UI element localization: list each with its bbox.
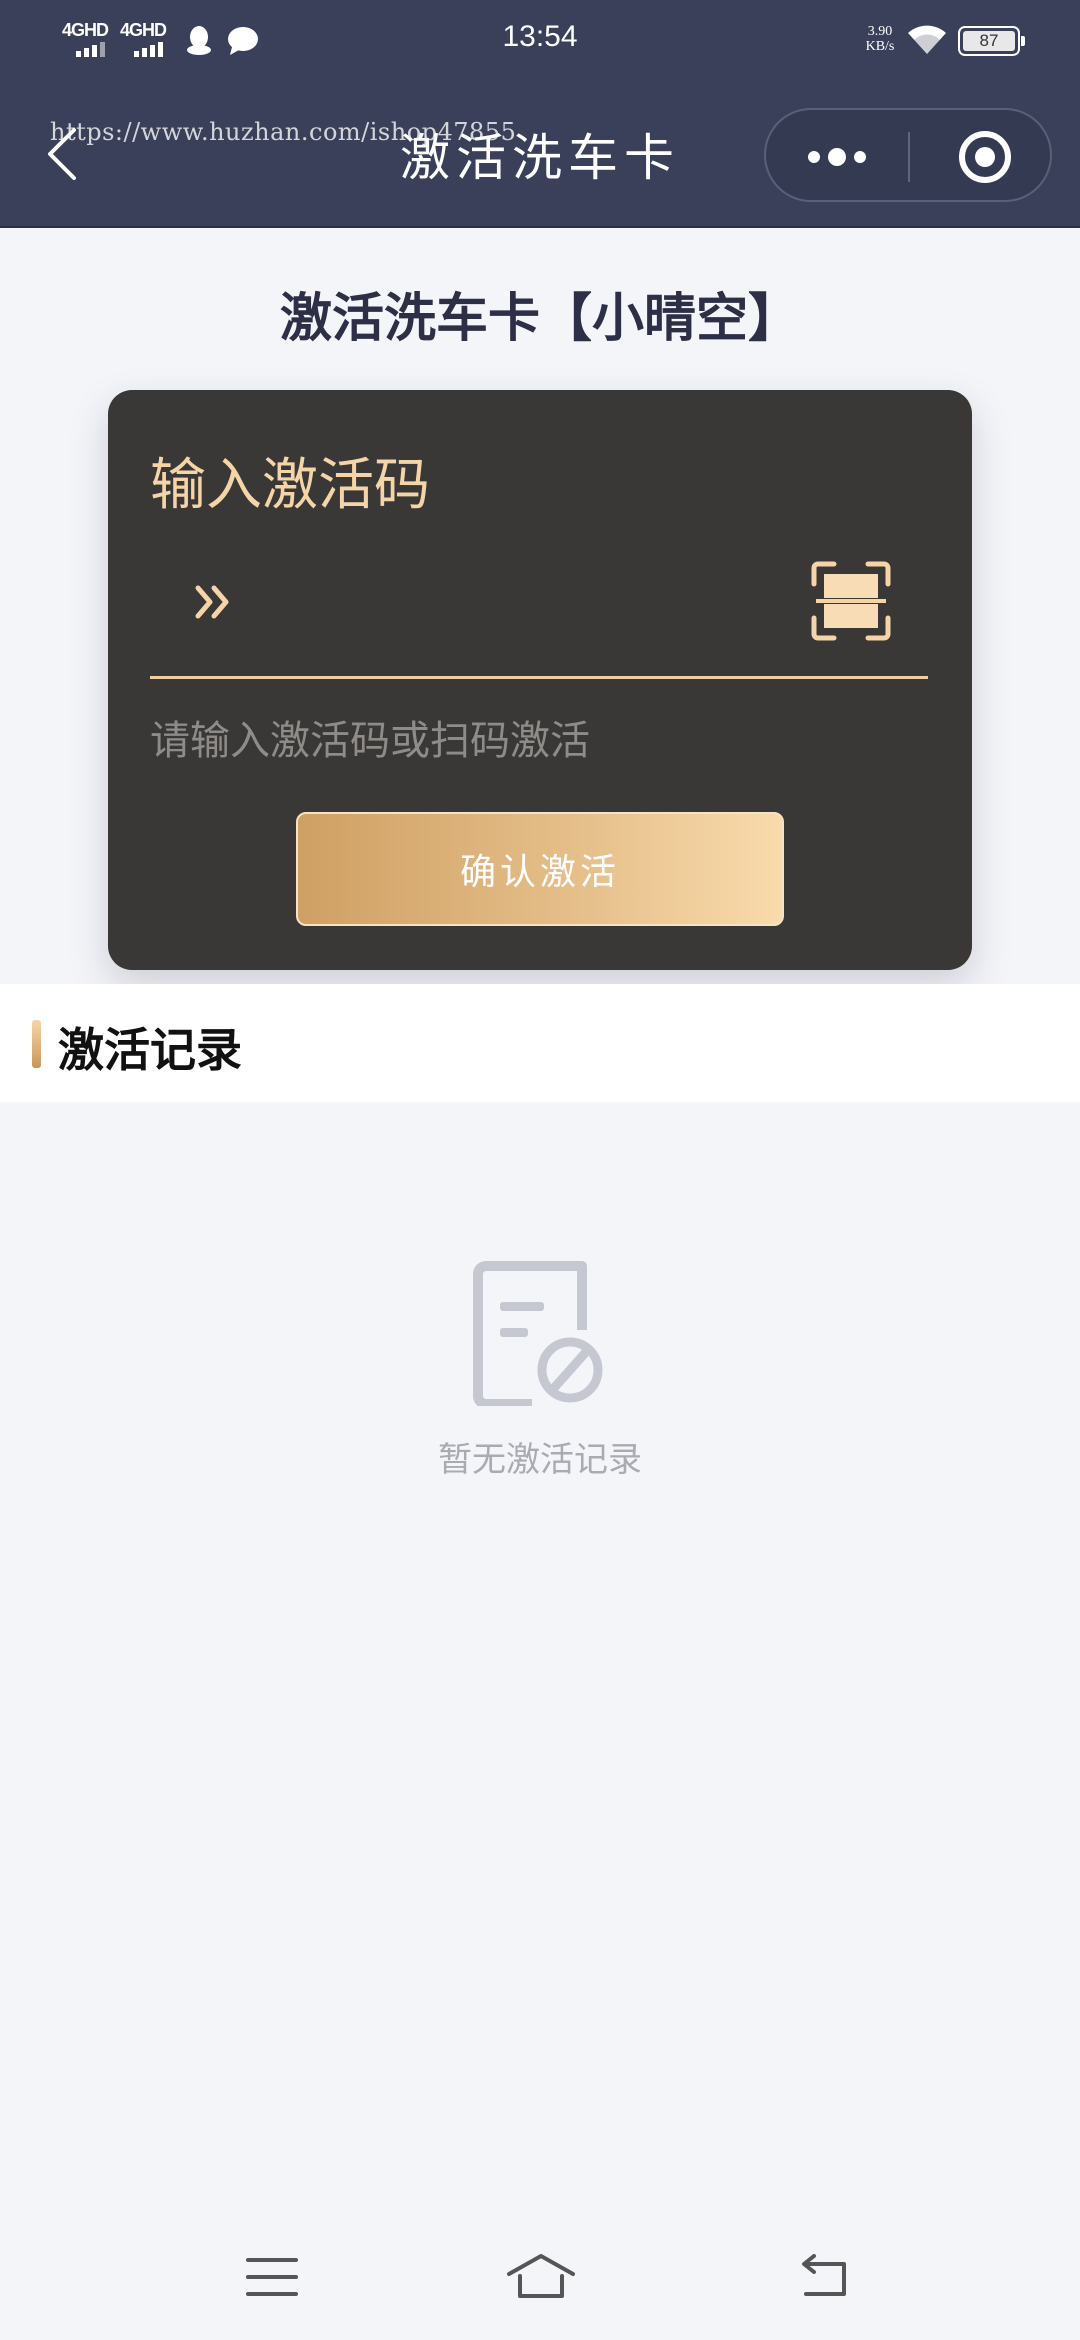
miniprogram-capsule — [764, 108, 1052, 202]
records-header: 激活记录 — [0, 984, 1080, 1102]
navigation-bar: https://www.huzhan.com/ishop47855 激活洗车卡 — [0, 90, 1080, 220]
wifi-icon — [906, 24, 948, 60]
scan-icon[interactable] — [808, 558, 894, 648]
battery-icon: 87 — [958, 26, 1025, 56]
activation-code-input[interactable] — [268, 558, 788, 644]
records-title: 激活记录 — [58, 1023, 242, 1077]
empty-records-text: 暂无激活记录 — [438, 1440, 642, 1480]
network-speed: 3.90 KB/s — [860, 24, 900, 54]
menu-icon[interactable] — [246, 2256, 298, 2302]
empty-record-icon — [470, 1260, 610, 1410]
network-speed-unit: KB/s — [865, 39, 895, 54]
top-bar: 4GHD 4GHD 13:54 3.90 KB/s 87 https://www… — [0, 0, 1080, 228]
activation-code-label: 输入激活码 — [150, 453, 430, 518]
chevrons-right-icon — [192, 580, 236, 628]
section-accent-bar — [32, 1020, 41, 1068]
return-icon[interactable] — [798, 2254, 850, 2302]
target-icon[interactable] — [956, 128, 1014, 190]
battery-level: 87 — [963, 31, 1015, 51]
page-title: 激活洗车卡【小晴空】 — [279, 289, 800, 349]
network-speed-value: 3.90 — [867, 24, 893, 39]
more-icon[interactable] — [806, 142, 868, 176]
activation-hint: 请输入激活码或扫码激活 — [150, 718, 590, 764]
status-bar: 4GHD 4GHD 13:54 3.90 KB/s 87 — [0, 0, 1080, 80]
capsule-divider — [908, 132, 910, 182]
system-navigation-bar — [0, 2210, 1080, 2340]
activation-card: 输入激活码 请输入激活码或扫码激活 确认激活 — [108, 390, 972, 970]
confirm-activation-button[interactable]: 确认激活 — [296, 812, 784, 926]
home-icon[interactable] — [506, 2252, 576, 2304]
input-underline — [150, 676, 928, 679]
